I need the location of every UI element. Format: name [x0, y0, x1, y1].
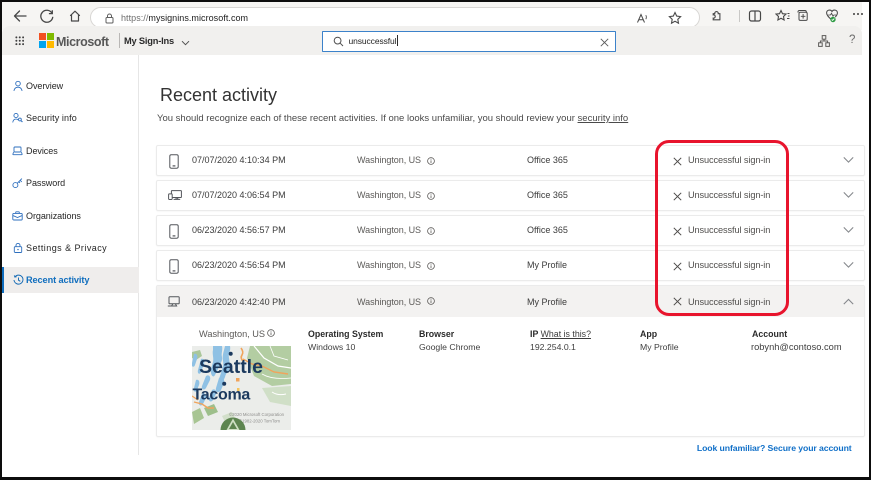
svg-text:Tacoma: Tacoma — [193, 386, 251, 403]
svg-text:©2020 Microsoft Corporation: ©2020 Microsoft Corporation — [229, 412, 285, 417]
svg-text:Seattle: Seattle — [199, 356, 263, 378]
svg-text:©1982-2020 TomTom: ©1982-2020 TomTom — [239, 418, 280, 423]
